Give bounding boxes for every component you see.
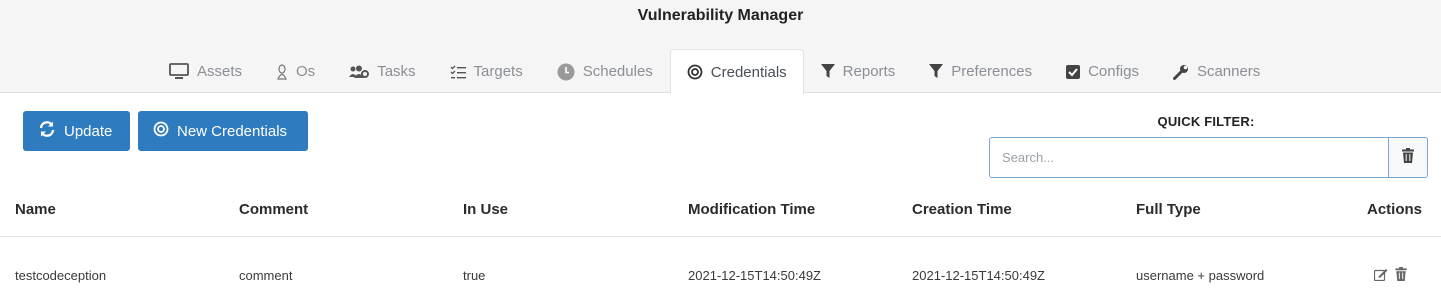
column-header-comment[interactable]: Comment <box>239 201 308 219</box>
cell-full-type: username + password <box>1136 268 1265 283</box>
row-actions <box>1373 267 1407 286</box>
tab-label: Targets <box>473 63 523 80</box>
sync-icon <box>38 121 56 141</box>
new-credentials-button-label: New Credentials <box>177 122 288 140</box>
tab-configs[interactable]: Configs <box>1049 49 1156 93</box>
checkbox-icon <box>1066 64 1081 79</box>
cell-modification-time: 2021-12-15T14:50:49Z <box>688 268 821 283</box>
filter-icon <box>929 64 944 79</box>
delete-icon[interactable] <box>1395 267 1407 286</box>
tab-assets[interactable]: Assets <box>152 49 259 93</box>
update-button-label: Update <box>64 122 113 140</box>
cell-comment: comment <box>239 268 293 283</box>
checklist-icon <box>450 65 466 79</box>
tab-label: Assets <box>197 63 243 80</box>
wrench-icon <box>1172 64 1189 80</box>
cell-in-use: true <box>463 268 486 283</box>
target-icon <box>687 64 703 80</box>
tab-label: Os <box>296 63 316 80</box>
column-header-modification-time[interactable]: Modification Time <box>688 201 815 219</box>
cell-creation-time: 2021-12-15T14:50:49Z <box>912 268 1045 283</box>
app-title: Vulnerability Manager <box>637 7 804 24</box>
top-navigation-bar: Vulnerability Manager Assets Os Tasks Ta… <box>0 0 1441 94</box>
new-credentials-button[interactable]: New Credentials <box>138 111 308 151</box>
monitor-icon <box>169 63 189 80</box>
tab-label: Schedules <box>582 63 653 80</box>
clear-filter-button[interactable] <box>1388 137 1428 178</box>
column-header-name[interactable]: Name <box>15 201 56 219</box>
column-header-creation-time[interactable]: Creation Time <box>912 201 1012 219</box>
tab-label: Scanners <box>1196 63 1261 80</box>
tab-preferences[interactable]: Preferences <box>912 49 1049 93</box>
tab-label: Reports <box>842 63 896 80</box>
tab-label: Preferences <box>951 63 1033 80</box>
search-input[interactable] <box>989 137 1389 178</box>
trash-icon <box>1402 147 1414 168</box>
edit-icon[interactable] <box>1373 268 1388 286</box>
tab-tasks[interactable]: Tasks <box>332 49 432 93</box>
tab-label: Credentials <box>710 63 787 81</box>
tab-label: Tasks <box>377 63 416 80</box>
cell-name: testcodeception <box>15 268 107 283</box>
quick-filter-label: QUICK FILTER: <box>1157 114 1255 129</box>
header-divider <box>0 236 1441 237</box>
column-header-full-type[interactable]: Full Type <box>1136 201 1201 219</box>
column-header-in-use[interactable]: In Use <box>463 201 508 219</box>
users-cog-icon <box>349 65 370 79</box>
tab-reports[interactable]: Reports <box>804 49 913 93</box>
tab-targets[interactable]: Targets <box>433 49 540 93</box>
tab-os[interactable]: Os <box>259 49 332 93</box>
tab-scanners[interactable]: Scanners <box>1156 49 1277 93</box>
filter-icon <box>820 64 835 79</box>
update-button[interactable]: Update <box>23 111 130 151</box>
linux-icon <box>276 63 288 80</box>
tab-schedules[interactable]: Schedules <box>540 49 670 93</box>
target-icon <box>153 121 169 141</box>
column-header-actions: Actions <box>1367 201 1423 218</box>
clock-icon <box>557 63 575 81</box>
tab-label: Configs <box>1088 63 1139 80</box>
tab-bar: Assets Os Tasks Targets Schedules Creden… <box>152 49 1277 94</box>
tab-credentials[interactable]: Credentials <box>669 49 804 94</box>
